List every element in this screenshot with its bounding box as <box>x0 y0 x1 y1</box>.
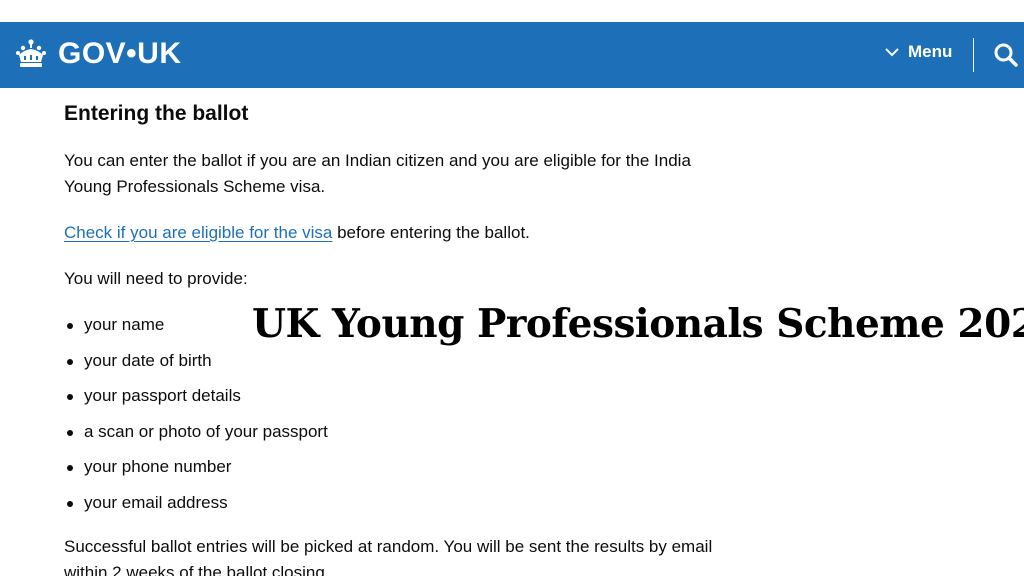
chevron-down-icon <box>884 44 900 60</box>
crown-icon <box>14 37 48 71</box>
menu-button[interactable]: Menu <box>884 42 952 62</box>
eligibility-suffix: before entering the ballot. <box>332 223 530 242</box>
main-content: Entering the ballot You can enter the ba… <box>64 100 744 576</box>
list-item: your phone number <box>64 454 328 490</box>
header-divider <box>973 38 974 72</box>
provide-label: You will need to provide: <box>64 269 248 288</box>
search-button[interactable] <box>993 42 1019 68</box>
page: GOV•UK Menu Entering the ballot You can … <box>0 0 1024 576</box>
eligibility-link[interactable]: Check if you are eligible for the visa <box>64 223 332 242</box>
logo-text: GOV•UK <box>58 37 182 70</box>
eligibility-paragraph: Check if you are eligible for the visa b… <box>64 220 744 246</box>
site-header: GOV•UK Menu <box>0 22 1024 88</box>
list-item: your email address <box>64 490 328 526</box>
list-item: your date of birth <box>64 348 328 384</box>
list-item: your passport details <box>64 383 328 419</box>
overlay-title: UK Young Professionals Scheme 2026 <box>252 301 1024 347</box>
search-icon <box>993 43 1019 72</box>
results-paragraph: Successful ballot entries will be picked… <box>64 537 713 576</box>
govuk-logo-link[interactable]: GOV•UK <box>14 34 182 74</box>
intro-paragraph: You can enter the ballot if you are an I… <box>64 151 691 196</box>
section-heading: Entering the ballot <box>64 102 249 125</box>
menu-label: Menu <box>908 42 953 61</box>
list-item: a scan or photo of your passport <box>64 419 328 455</box>
